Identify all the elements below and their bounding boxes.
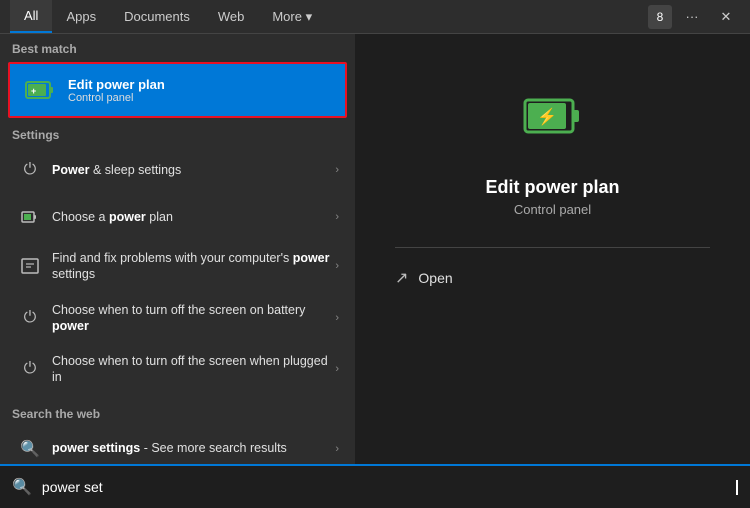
list-item[interactable]: 🔍 power settings - See more search resul…: [4, 426, 351, 465]
turn-off-battery-icon: ⏻: [16, 304, 44, 332]
best-match-item[interactable]: + Edit power plan Control panel: [8, 62, 347, 118]
close-button[interactable]: ✕: [712, 3, 740, 31]
hero-battery-icon: ⚡: [521, 84, 585, 161]
nav-actions: 8 ··· ✕: [648, 3, 740, 31]
fix-problems-icon: [16, 252, 44, 280]
tab-more[interactable]: More ▾: [258, 0, 326, 33]
chevron-right-icon: ›: [335, 164, 339, 176]
tab-documents[interactable]: Documents: [110, 0, 204, 33]
list-item[interactable]: Find and fix problems with your computer…: [4, 241, 351, 292]
svg-text:+: +: [31, 86, 36, 96]
web-item-text-1: power settings - See more search results: [52, 440, 335, 456]
top-nav: All Apps Documents Web More ▾ 8 ··· ✕: [0, 0, 750, 34]
turn-off-plugged-text: Choose when to turn off the screen when …: [52, 353, 335, 386]
list-item[interactable]: ⏻ Choose when to turn off the screen on …: [4, 293, 351, 344]
list-item[interactable]: ⏻ Power & sleep settings ›: [4, 147, 351, 193]
battery-icon: +: [24, 74, 56, 106]
open-icon: ↗: [395, 268, 408, 288]
left-panel: Best match + Edit power plan Control pan…: [0, 34, 355, 464]
chevron-right-icon: ›: [335, 363, 339, 375]
search-bar: 🔍: [0, 464, 750, 508]
text-cursor: [736, 480, 738, 495]
choose-plan-icon: [16, 203, 44, 231]
tab-apps[interactable]: Apps: [52, 0, 110, 33]
hero-divider: [395, 247, 710, 248]
chevron-right-icon: ›: [335, 211, 339, 223]
notification-badge[interactable]: 8: [648, 5, 672, 29]
power-sleep-icon: ⏻: [16, 156, 44, 184]
hero-subtitle: Control panel: [514, 202, 591, 217]
choose-plan-text: Choose a power plan: [52, 209, 335, 225]
best-match-subtitle: Control panel: [68, 92, 165, 104]
best-match-title: Edit power plan: [68, 77, 165, 92]
turn-off-battery-text: Choose when to turn off the screen on ba…: [52, 302, 335, 335]
hero-title: Edit power plan: [485, 177, 619, 198]
fix-problems-text: Find and fix problems with your computer…: [52, 250, 335, 283]
search-icon: 🔍: [12, 477, 32, 497]
list-item[interactable]: ⏻ Choose when to turn off the screen whe…: [4, 344, 351, 395]
hero-section: ⚡ Edit power plan Control panel ↗ Open: [375, 54, 730, 318]
chevron-right-icon: ›: [335, 443, 339, 455]
best-match-text: Edit power plan Control panel: [68, 77, 165, 104]
more-options-button[interactable]: ···: [678, 3, 706, 31]
list-item[interactable]: Choose a power plan ›: [4, 194, 351, 240]
turn-off-plugged-icon: ⏻: [16, 355, 44, 383]
settings-label: Settings: [0, 120, 355, 146]
best-match-label: Best match: [0, 34, 355, 60]
tab-web[interactable]: Web: [204, 0, 259, 33]
best-match-icon: +: [22, 72, 58, 108]
web-search-label: Search the web: [0, 399, 355, 425]
main-content: Best match + Edit power plan Control pan…: [0, 34, 750, 464]
tab-all[interactable]: All: [10, 0, 52, 33]
chevron-right-icon: ›: [335, 312, 339, 324]
left-panel-scroll[interactable]: Best match + Edit power plan Control pan…: [0, 34, 355, 464]
open-label: Open: [418, 270, 452, 286]
svg-text:⚡: ⚡: [537, 107, 557, 126]
open-action[interactable]: ↗ Open: [395, 258, 710, 298]
search-web-icon: 🔍: [16, 435, 44, 463]
right-panel: ⚡ Edit power plan Control panel ↗ Open: [355, 34, 750, 464]
search-input[interactable]: [42, 479, 725, 495]
chevron-right-icon: ›: [335, 260, 339, 272]
power-sleep-text: Power & sleep settings: [52, 162, 335, 178]
